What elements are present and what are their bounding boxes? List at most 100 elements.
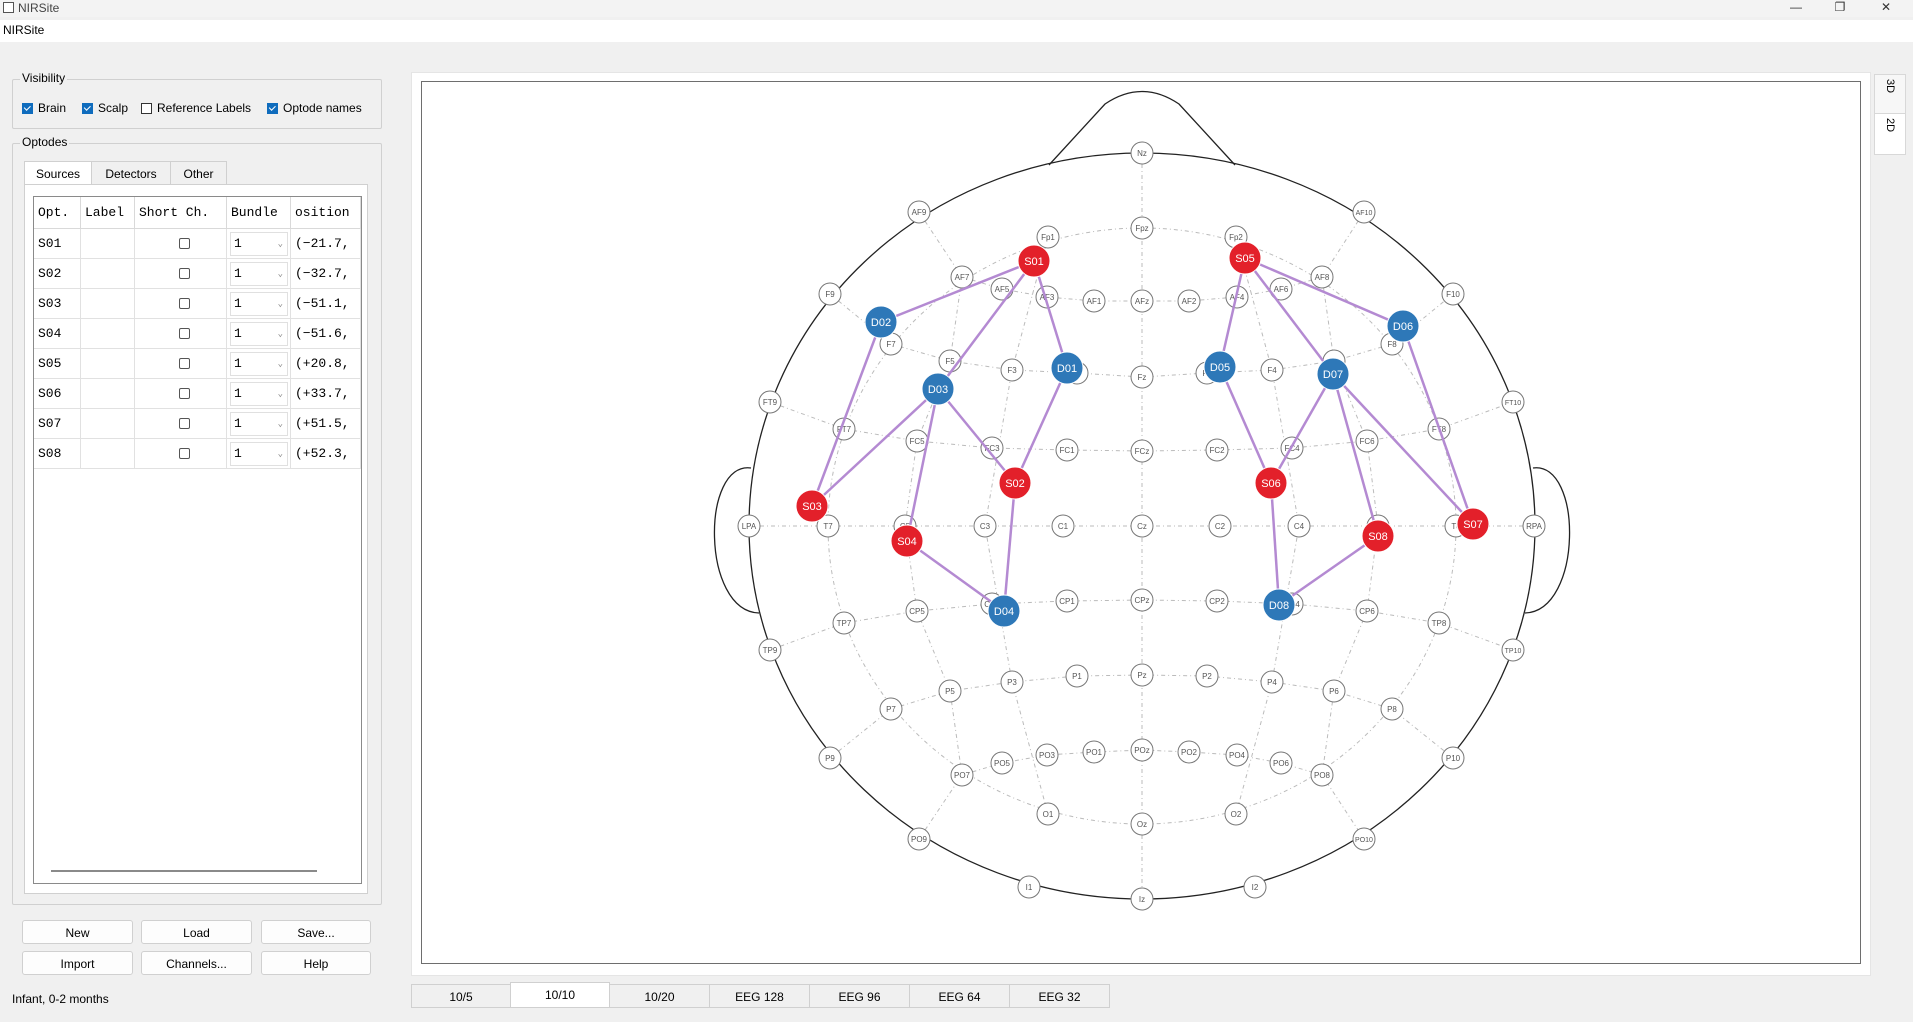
save-button[interactable]: Save... xyxy=(261,920,371,944)
channel-s02-d01[interactable] xyxy=(1013,367,1069,484)
eeg-position-afz[interactable]: AFz xyxy=(1130,289,1154,313)
bundle-select[interactable]: 1 ⌄ xyxy=(230,382,288,406)
channel-s05-d05[interactable] xyxy=(1218,257,1247,368)
import-button[interactable]: Import xyxy=(22,951,133,975)
channel-s03-d02[interactable] xyxy=(810,321,883,507)
eeg-position-p4[interactable]: P4 xyxy=(1260,670,1284,694)
table-row[interactable]: S02 1 ⌄ (−32.7, xyxy=(34,259,361,289)
eeg-position-af1[interactable]: AF1 xyxy=(1082,289,1106,313)
eeg-position-i1[interactable]: I1 xyxy=(1017,875,1041,899)
eeg-position-i2[interactable]: I2 xyxy=(1243,875,1267,899)
cell-label[interactable] xyxy=(81,349,135,379)
close-button[interactable]: ✕ xyxy=(1870,0,1902,17)
eeg-position-af10[interactable]: AF10 xyxy=(1352,200,1376,224)
cell-opt[interactable]: S01 xyxy=(34,229,81,259)
eeg-position-p10[interactable]: P10 xyxy=(1441,746,1465,770)
channel-s06-d08[interactable] xyxy=(1269,482,1281,606)
tab-sources[interactable]: Sources xyxy=(24,161,92,185)
eeg-position-fc1[interactable]: FC1 xyxy=(1055,438,1079,462)
tab-3d[interactable]: 3D xyxy=(1874,74,1906,114)
cell-short-channel[interactable] xyxy=(135,289,227,319)
cell-bundle[interactable]: 1 ⌄ xyxy=(227,409,291,439)
eeg-position-p6[interactable]: P6 xyxy=(1322,679,1346,703)
channel-s01-d01[interactable] xyxy=(1032,260,1069,369)
source-s04[interactable]: S04 xyxy=(890,524,924,558)
eeg-position-p8[interactable]: P8 xyxy=(1380,697,1404,721)
cell-label[interactable] xyxy=(81,319,135,349)
cell-label[interactable] xyxy=(81,229,135,259)
cell-position[interactable]: (−21.7, xyxy=(291,229,361,259)
eeg-position-o2[interactable]: O2 xyxy=(1224,802,1248,826)
eeg-position-f10[interactable]: F10 xyxy=(1441,282,1465,306)
table-row[interactable]: S03 1 ⌄ (−51.1, xyxy=(34,289,361,319)
eeg-position-p1[interactable]: P1 xyxy=(1065,664,1089,688)
eeg-position-p5[interactable]: P5 xyxy=(938,679,962,703)
eeg-position-rpa[interactable]: RPA xyxy=(1522,514,1546,538)
eeg-position-fpz[interactable]: Fpz xyxy=(1130,216,1154,240)
cell-short-channel[interactable] xyxy=(135,409,227,439)
table-row[interactable]: S01 1 ⌄ (−21.7, xyxy=(34,229,361,259)
table-row[interactable]: S05 1 ⌄ (+20.8, xyxy=(34,349,361,379)
eeg-position-af5[interactable]: AF5 xyxy=(990,277,1014,301)
table-row[interactable]: S08 1 ⌄ (+52.3, xyxy=(34,439,361,469)
cell-bundle[interactable]: 1 ⌄ xyxy=(227,439,291,469)
column-header-bundle[interactable]: Bundle xyxy=(227,197,291,229)
eeg-position-cz[interactable]: Cz xyxy=(1130,514,1154,538)
tab-layout-10-20[interactable]: 10/20 xyxy=(609,984,710,1008)
channel-s02-d04[interactable] xyxy=(1002,482,1017,612)
scalp-checkbox[interactable]: Scalp xyxy=(82,101,128,115)
tab-2d[interactable]: 2D xyxy=(1874,113,1906,155)
detector-d05[interactable]: D05 xyxy=(1203,350,1237,384)
source-s07[interactable]: S07 xyxy=(1456,507,1490,541)
eeg-position-po5[interactable]: PO5 xyxy=(990,751,1014,775)
eeg-position-cp2[interactable]: CP2 xyxy=(1205,589,1229,613)
cell-label[interactable] xyxy=(81,289,135,319)
eeg-position-o1[interactable]: O1 xyxy=(1036,802,1060,826)
cell-opt[interactable]: S04 xyxy=(34,319,81,349)
cell-bundle[interactable]: 1 ⌄ xyxy=(227,319,291,349)
menu-nirsite[interactable]: NIRSite xyxy=(3,23,44,37)
eeg-position-cp6[interactable]: CP6 xyxy=(1355,599,1379,623)
cell-position[interactable]: (+33.7, xyxy=(291,379,361,409)
short-channel-checkbox[interactable] xyxy=(179,268,190,279)
eeg-position-tp7[interactable]: TP7 xyxy=(832,611,856,635)
source-s01[interactable]: S01 xyxy=(1017,244,1051,278)
load-button[interactable]: Load xyxy=(141,920,252,944)
restore-button[interactable]: ❐ xyxy=(1824,0,1856,17)
bundle-select[interactable]: 1 ⌄ xyxy=(230,322,288,346)
eeg-position-af7[interactable]: AF7 xyxy=(950,265,974,289)
channel-s08-d08[interactable] xyxy=(1278,534,1379,607)
detector-d06[interactable]: D06 xyxy=(1386,309,1420,343)
eeg-position-cp1[interactable]: CP1 xyxy=(1055,589,1079,613)
eeg-position-c1[interactable]: C1 xyxy=(1051,514,1075,538)
eeg-position-c4[interactable]: C4 xyxy=(1287,514,1311,538)
bundle-select[interactable]: 1 ⌄ xyxy=(230,352,288,376)
short-channel-checkbox[interactable] xyxy=(179,358,190,369)
eeg-position-po9[interactable]: PO9 xyxy=(907,827,931,851)
cell-short-channel[interactable] xyxy=(135,319,227,349)
brain-checkbox[interactable]: Brain xyxy=(22,101,66,115)
eeg-position-po4[interactable]: PO4 xyxy=(1225,743,1249,767)
tab-layout-eeg96[interactable]: EEG 96 xyxy=(809,984,910,1008)
cell-label[interactable] xyxy=(81,439,135,469)
channel-s07-d06[interactable] xyxy=(1401,325,1475,525)
reference-labels-checkbox[interactable]: Reference Labels xyxy=(141,101,251,115)
cell-position[interactable]: (+51.5, xyxy=(291,409,361,439)
channel-s06-d05[interactable] xyxy=(1218,366,1273,484)
cell-label[interactable] xyxy=(81,379,135,409)
eeg-position-tp9[interactable]: TP9 xyxy=(758,638,782,662)
optode-names-checkbox[interactable]: Optode names xyxy=(267,101,362,115)
cell-short-channel[interactable] xyxy=(135,379,227,409)
detector-d04[interactable]: D04 xyxy=(987,594,1021,628)
eeg-position-po10[interactable]: PO10 xyxy=(1352,827,1376,851)
eeg-position-p3[interactable]: P3 xyxy=(1000,670,1024,694)
detector-d07[interactable]: D07 xyxy=(1316,357,1350,391)
detector-d08[interactable]: D08 xyxy=(1262,588,1296,622)
cell-position[interactable]: (+20.8, xyxy=(291,349,361,379)
tab-layout-eeg32[interactable]: EEG 32 xyxy=(1009,984,1110,1008)
eeg-position-oz[interactable]: Oz xyxy=(1130,812,1154,836)
channel-s02-d03[interactable] xyxy=(937,388,1016,484)
eeg-position-c2[interactable]: C2 xyxy=(1208,514,1232,538)
eeg-position-pz[interactable]: Pz xyxy=(1130,663,1154,687)
cell-opt[interactable]: S02 xyxy=(34,259,81,289)
